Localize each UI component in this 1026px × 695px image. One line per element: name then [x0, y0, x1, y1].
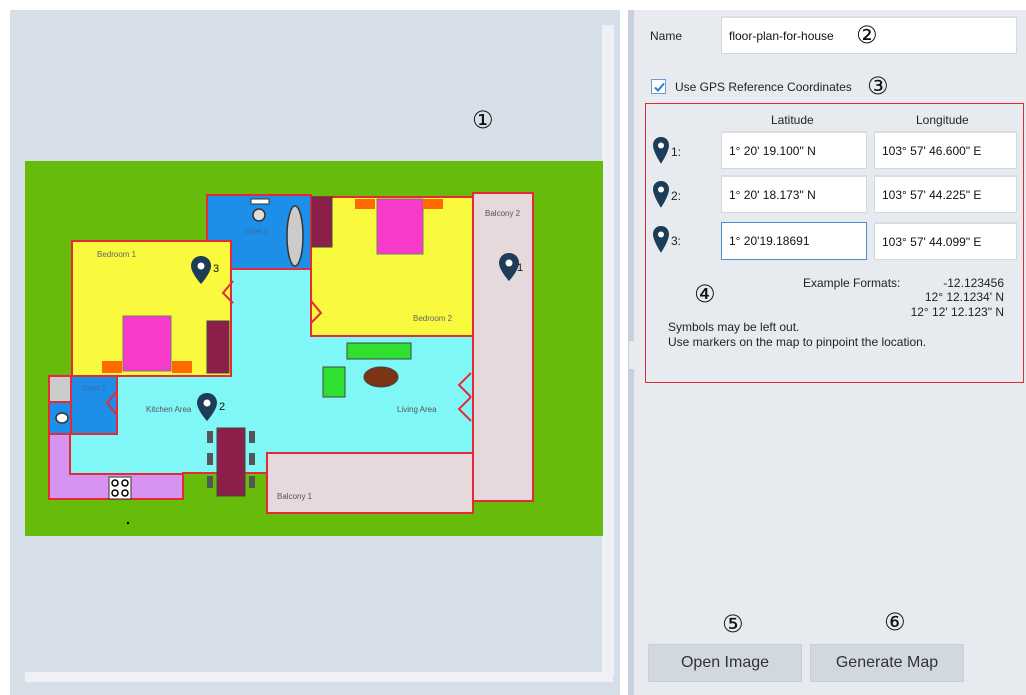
label-bedroom-2: Bedroom 2 — [413, 314, 453, 323]
checkmark-icon — [654, 82, 665, 92]
marker-1-label: 1 — [517, 262, 523, 274]
balcony-2 — [472, 192, 534, 502]
marker-3-label: 3 — [213, 263, 219, 275]
callout-3: ③ — [867, 72, 889, 100]
row-1-label: 1: — [671, 145, 682, 159]
row-2-latitude-input[interactable]: 1° 20' 18.173" N — [721, 175, 867, 213]
row-2-longitude-input[interactable]: 103° 57' 44.225" E — [874, 175, 1017, 213]
label-toilet-2: Toilet 2 — [81, 384, 107, 393]
callout-4: ④ — [694, 280, 716, 308]
example-format-2: 12° 12.1234' N — [924, 290, 1004, 304]
map-pin-icon — [653, 181, 669, 208]
label-bedroom-1: Bedroom 1 — [97, 250, 137, 259]
label-balcony-1: Balcony 1 — [277, 492, 313, 501]
example-format-3: 12° 12' 12.123" N — [910, 305, 1004, 319]
row-1-longitude-input[interactable]: 103° 57' 46.600" E — [874, 131, 1017, 169]
bed-1 — [122, 315, 172, 372]
balcony-1 — [266, 452, 474, 514]
row-3-label: 3: — [671, 234, 682, 248]
label-living: Living Area — [397, 405, 437, 414]
row-3-longitude-input[interactable]: 103° 57' 44.099" E — [874, 222, 1017, 260]
longitude-header: Longitude — [916, 113, 969, 127]
name-label: Name — [650, 29, 683, 43]
callout-1: ① — [472, 106, 494, 134]
bed-2 — [376, 198, 424, 255]
row-3-latitude-input[interactable]: 1° 20'19.18691 — [721, 222, 867, 260]
hint-markers: Use markers on the map to pinpoint the l… — [668, 335, 927, 349]
vertical-scrollbar[interactable] — [602, 25, 614, 675]
open-image-button[interactable]: Open Image — [648, 644, 802, 682]
callout-6: ⑥ — [884, 608, 906, 636]
map-pin-icon — [653, 226, 669, 253]
stove-icon — [108, 476, 132, 500]
gps-checkbox-label: Use GPS Reference Coordinates — [675, 80, 852, 94]
label-balcony-2: Balcony 2 — [485, 209, 521, 218]
label-toilet-1: Toilet 1 — [243, 227, 269, 236]
generate-map-button[interactable]: Generate Map — [810, 644, 964, 682]
row-2-label: 2: — [671, 189, 682, 203]
floor-plan-image[interactable]: Bedroom 1 Bedroom 2 Toilet 1 Toilet 2 Ki… — [25, 161, 603, 536]
gps-checkbox[interactable] — [651, 79, 666, 94]
row-1-latitude-input[interactable]: 1° 20' 19.100" N — [721, 131, 867, 169]
latitude-header: Latitude — [771, 113, 814, 127]
map-pin-icon — [653, 137, 669, 164]
label-kitchen: Kitchen Area — [146, 405, 192, 414]
horizontal-scrollbar[interactable] — [25, 672, 613, 682]
callout-5: ⑤ — [722, 610, 744, 638]
hint-symbols: Symbols may be left out. — [668, 320, 800, 334]
marker-2-label: 2 — [219, 401, 225, 413]
example-format-1: -12.123456 — [943, 276, 1004, 290]
callout-2: ② — [856, 21, 878, 49]
